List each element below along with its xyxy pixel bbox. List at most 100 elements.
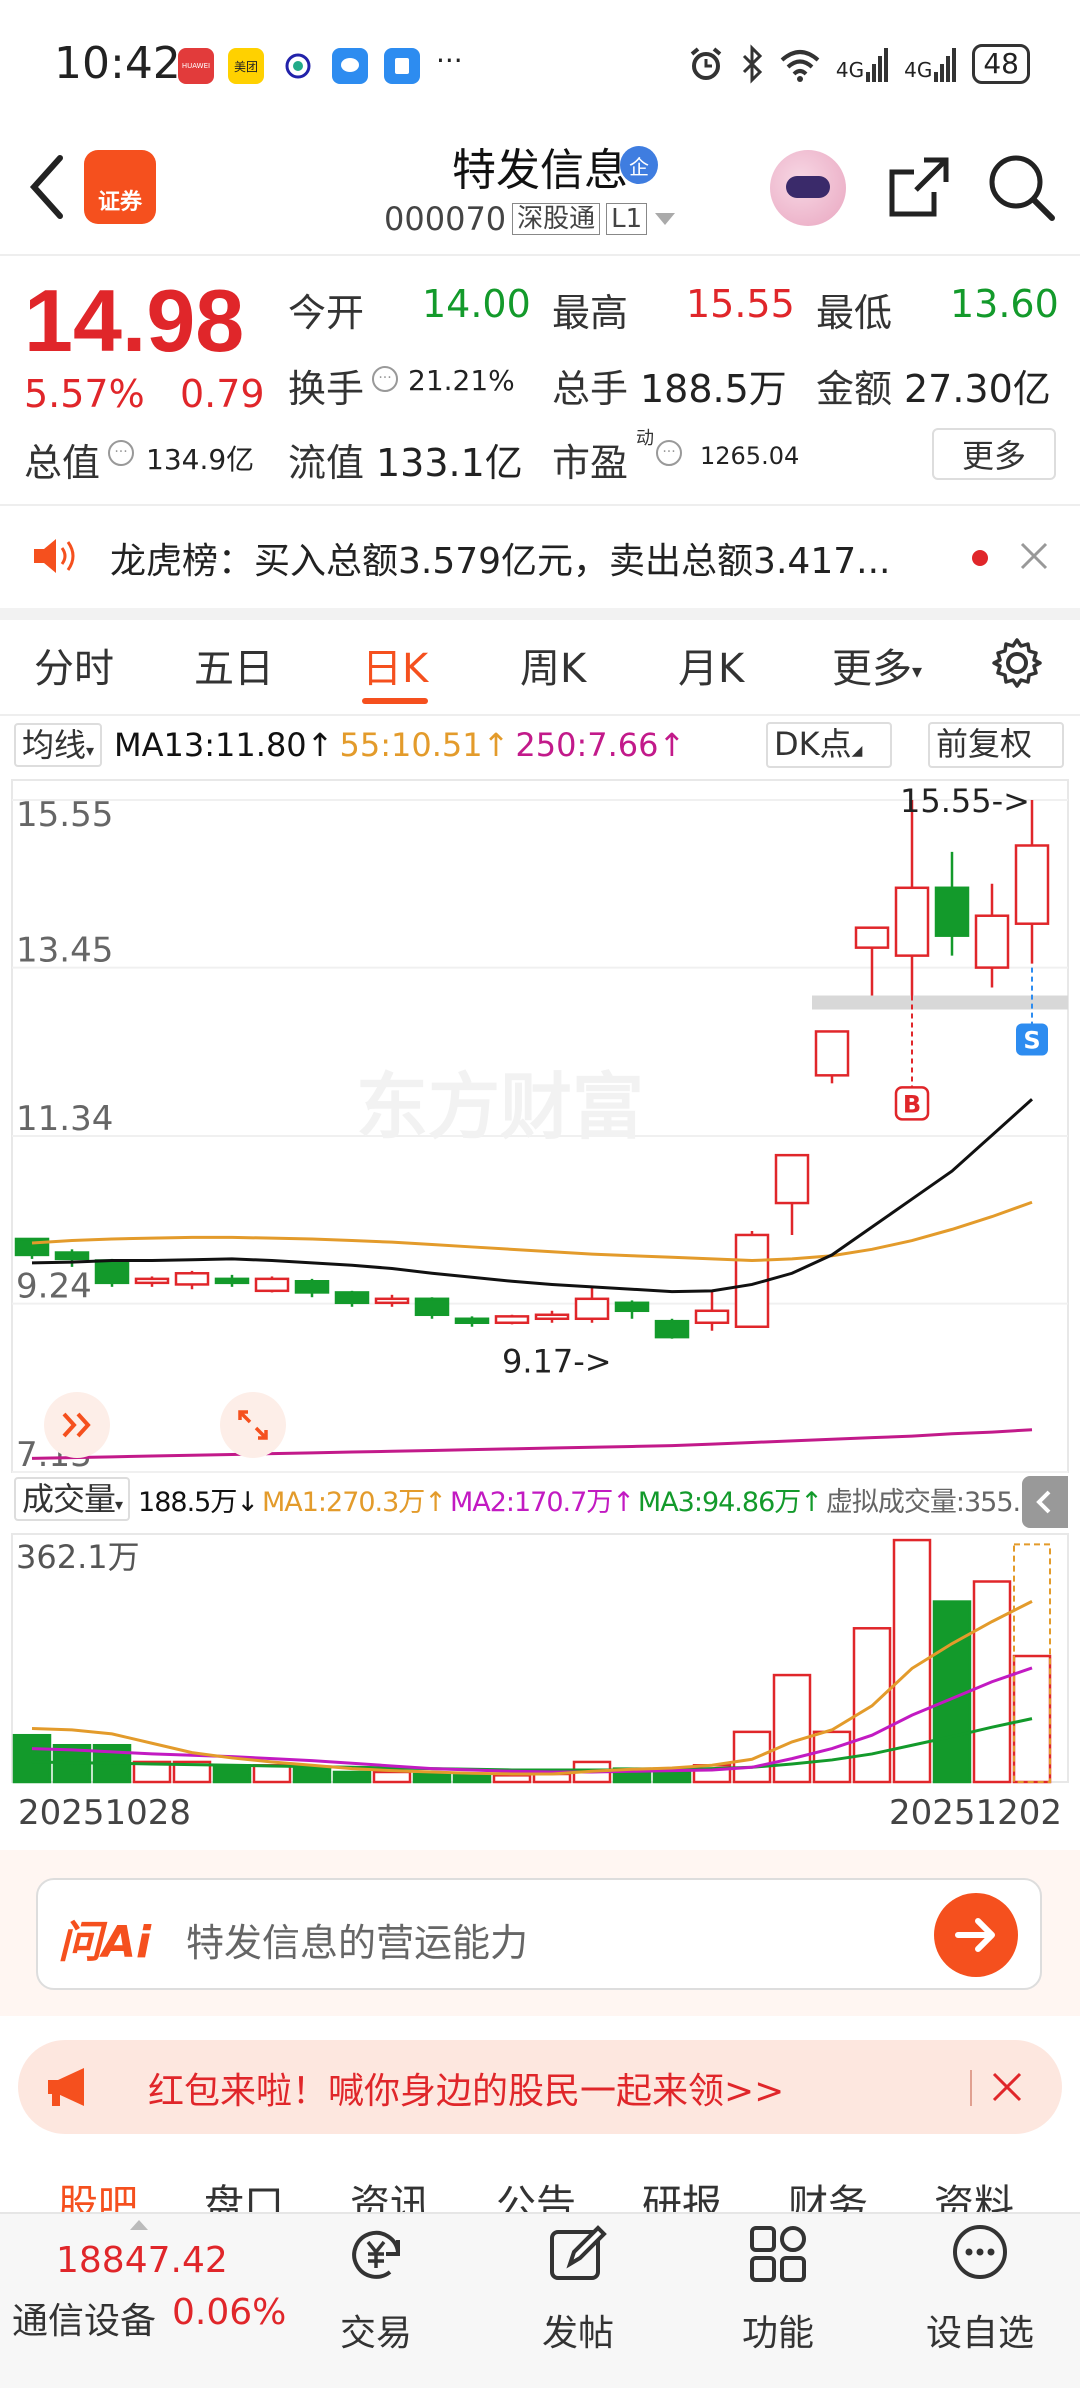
search-icon[interactable] <box>986 152 1056 222</box>
chevron-left-icon <box>1036 1490 1051 1514</box>
candle-body <box>894 886 930 957</box>
high-value: 15.55 <box>686 282 795 326</box>
ai-submit-button[interactable] <box>934 1893 1018 1977</box>
candle-body <box>654 1319 690 1339</box>
volume-label: 总手 <box>552 367 629 411</box>
status-bar: 10:42 HUAWEI 美团 ··· 4G 4G 48 <box>0 0 1080 120</box>
candle-body <box>94 1259 130 1285</box>
assistant-robot-icon[interactable] <box>770 150 846 226</box>
sector-index-value[interactable]: 18847.42 <box>56 2240 228 2281</box>
nav-post-label: 发帖 <box>541 2313 614 2354</box>
info-dots-icon[interactable]: ··· <box>108 440 134 466</box>
expand-arrows-icon <box>238 1410 268 1440</box>
ma-selector[interactable]: 均线▾ <box>14 723 103 767</box>
enterprise-badge: 企 <box>620 146 658 184</box>
volume-current: 188.5万↓ <box>138 1486 259 1518</box>
tab-monthly-k[interactable]: 月K <box>678 636 744 694</box>
info-dots-icon[interactable]: ··· <box>656 440 682 466</box>
arrow-right-icon <box>955 1918 995 1952</box>
double-chevron-icon <box>62 1412 91 1438</box>
nav-trade-label: 交易 <box>339 2313 412 2354</box>
volume-bar <box>412 1772 452 1784</box>
turnover-label: 换手 <box>288 367 365 411</box>
alarm-icon <box>690 47 722 80</box>
signal-4g-icon-2: 4G <box>904 46 958 82</box>
caret-up-icon[interactable] <box>128 2218 150 2232</box>
close-icon[interactable] <box>1018 540 1050 572</box>
float-cap-label: 流值 <box>288 441 365 485</box>
float-cap-value: 133.1亿 <box>376 441 523 485</box>
dk-points-button[interactable]: DK点◢ <box>766 722 892 768</box>
market-cap-label: 总值 <box>24 441 101 485</box>
market-cap-value: 134.9亿 <box>146 443 255 476</box>
sector-name[interactable]: 通信设备 <box>12 2292 156 2344</box>
current-price: 14.98 <box>24 271 245 370</box>
ai-question-input[interactable]: 特发信息的营运能力 <box>186 1912 528 1967</box>
candle-body <box>134 1277 170 1285</box>
huawei-app-icon: HUAWEI <box>178 48 214 84</box>
x-start-label: 20251028 <box>18 1793 191 1832</box>
candle-body <box>574 1297 610 1321</box>
tab-more[interactable]: 更多▾ <box>832 636 922 694</box>
low-price-marker: 9.17-> <box>502 1343 612 1381</box>
kline-chart[interactable]: 362.1万 东方财富 15.5513.4511.349.247.13 15.5… <box>0 772 1080 1832</box>
nav-features[interactable]: 功能 <box>708 2222 848 2372</box>
low-label: 最低 <box>816 291 893 335</box>
more-quote-button[interactable]: 更多 <box>932 428 1056 480</box>
change-percent: 5.57% <box>24 372 145 416</box>
y-tick-label: 15.55 <box>16 795 113 835</box>
share-icon[interactable] <box>884 152 954 222</box>
battery-indicator: 48 <box>972 44 1030 84</box>
dragon-tiger-text[interactable]: 龙虎榜：买入总额3.579亿元，卖出总额3.417... <box>110 532 890 584</box>
nav-post[interactable]: 发帖 <box>508 2222 648 2372</box>
collapse-panel-button[interactable] <box>1022 1476 1068 1528</box>
volume-ma3: MA3:94.86万↑ <box>637 1486 823 1518</box>
sell-marker-label: S <box>1023 1026 1040 1054</box>
nav-add-watchlist[interactable]: 设自选 <box>910 2222 1050 2372</box>
divider <box>0 714 1080 716</box>
ma55-line <box>31 1200 1033 1263</box>
forward-adjust-button[interactable]: 前复权 <box>928 722 1064 768</box>
candle-body <box>174 1272 210 1286</box>
ai-logo: 问Ai <box>58 1917 152 1968</box>
settings-gear-icon[interactable] <box>990 636 1044 690</box>
stock-code: 000070 <box>384 200 507 238</box>
pe-dynamic-superscript: 动 <box>636 428 654 449</box>
megaphone-icon <box>48 2068 84 2106</box>
close-icon[interactable] <box>990 2070 1024 2104</box>
high-label: 最高 <box>552 291 629 335</box>
tab-intraday[interactable]: 分时 <box>34 636 114 694</box>
candle-body <box>774 1153 810 1205</box>
divider <box>970 2070 972 2106</box>
info-dots-icon[interactable]: ··· <box>372 366 398 392</box>
volume-selector[interactable]: 成交量▾ <box>14 1477 131 1521</box>
tab-daily-k[interactable]: 日K <box>362 636 428 694</box>
open-value: 14.00 <box>422 282 531 326</box>
red-packet-text[interactable]: 红包来啦！喊你身边的股民一起来领>> <box>148 2062 784 2114</box>
chevron-down-icon[interactable] <box>653 209 677 229</box>
fullscreen-button[interactable] <box>220 1392 286 1458</box>
volume-value: 188.5万 <box>640 367 787 411</box>
volume-bar <box>292 1767 332 1784</box>
volume-ma2: MA2:170.7万↑ <box>449 1486 635 1518</box>
candle-body <box>454 1317 490 1325</box>
ma55-value: 55:10.51↑ <box>339 726 510 764</box>
nav-add-watchlist-label: 设自选 <box>925 2313 1034 2354</box>
volume-bars <box>12 1538 1052 1784</box>
ai-section-background <box>0 1990 1080 2016</box>
volume-bar <box>212 1764 252 1784</box>
volume-bar <box>492 1774 532 1784</box>
stock-code-row[interactable]: 000070 深股通 L1 <box>384 200 677 238</box>
low-value: 13.60 <box>950 282 1059 326</box>
expand-left-button[interactable] <box>44 1392 110 1458</box>
tab-five-day[interactable]: 五日 <box>194 636 274 694</box>
nav-trade[interactable]: 交易 <box>306 2222 446 2372</box>
tab-weekly-k[interactable]: 周K <box>520 636 586 694</box>
candle-body <box>974 914 1010 969</box>
grid-apps-icon <box>750 2226 806 2282</box>
mobile-app-icon <box>280 48 316 84</box>
candle-body <box>54 1251 90 1261</box>
divider <box>0 608 1080 620</box>
candle-body <box>694 1309 730 1325</box>
candle-body <box>814 1030 850 1077</box>
